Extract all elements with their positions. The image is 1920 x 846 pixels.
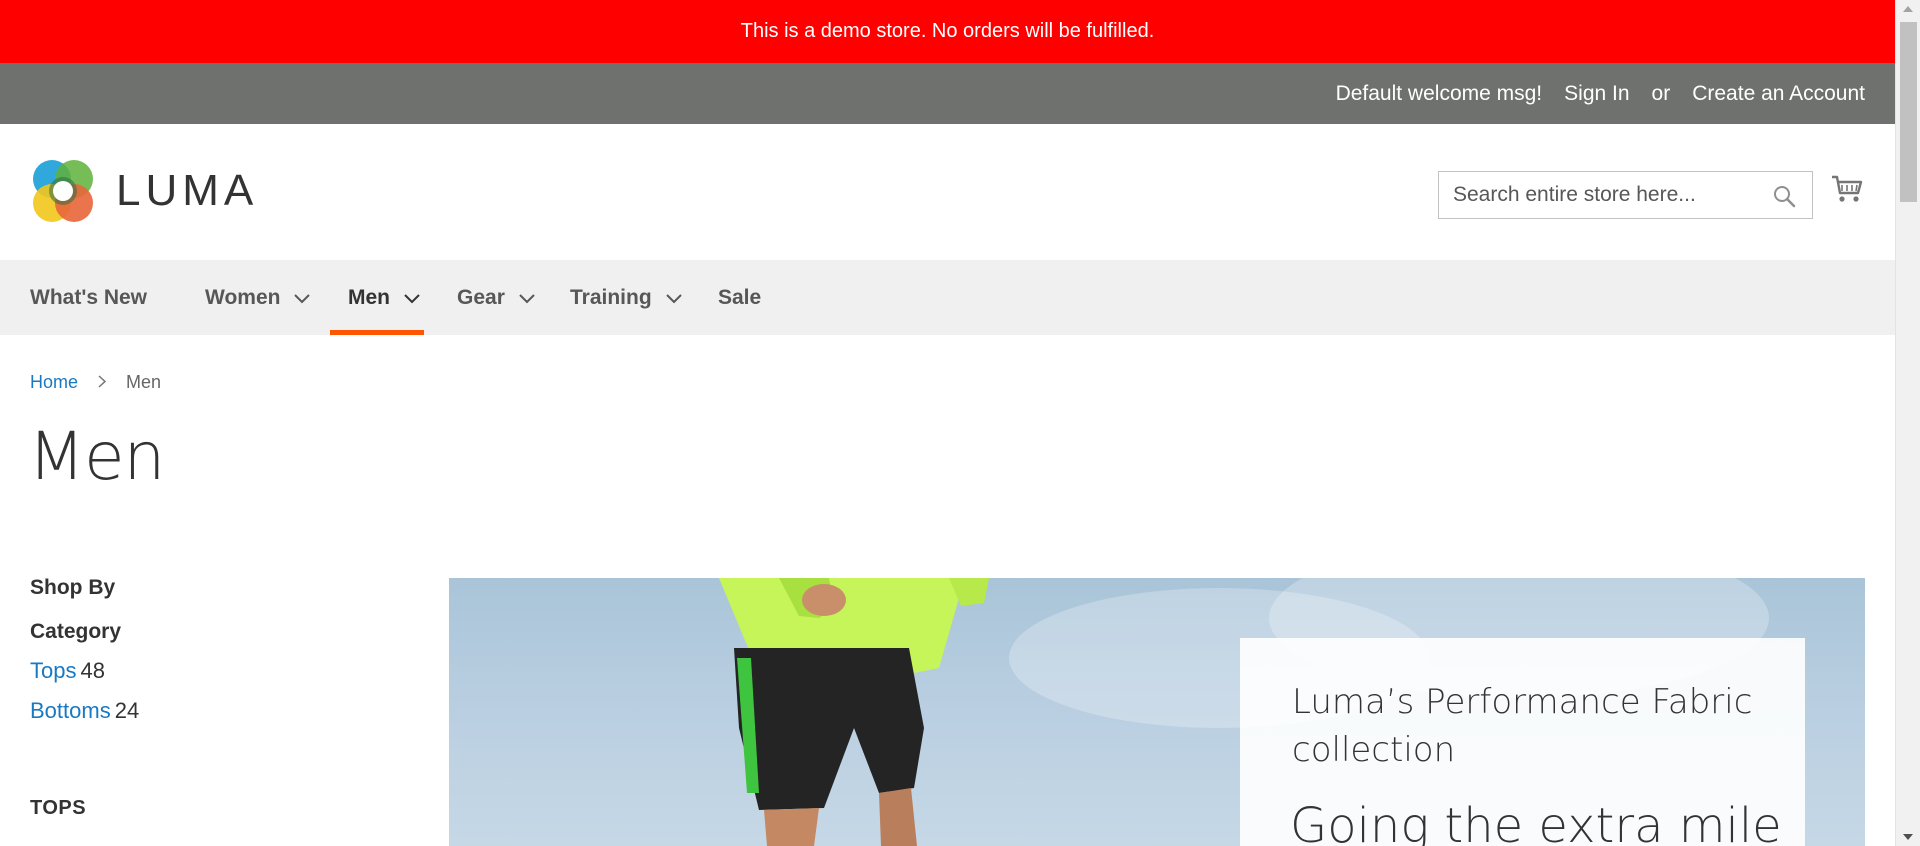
search-icon[interactable] xyxy=(1772,184,1796,213)
filter-count: 48 xyxy=(80,658,105,683)
hero-content-card: Luma’s Performance Fabric collection Goi… xyxy=(1240,638,1805,846)
sign-in-link[interactable]: Sign In xyxy=(1564,82,1629,106)
cart-icon[interactable] xyxy=(1830,172,1864,211)
nav-label: Gear xyxy=(457,285,505,309)
create-account-link[interactable]: Create an Account xyxy=(1692,82,1865,106)
shop-by-heading: Shop By xyxy=(30,576,116,599)
hero-banner[interactable]: Luma’s Performance Fabric collection Goi… xyxy=(449,578,1865,846)
page: This is a demo store. No orders will be … xyxy=(0,0,1895,846)
hero-headline: Going the extra mile xyxy=(1290,798,1782,846)
top-panel: Default welcome msg! Sign In or Create a… xyxy=(0,63,1895,124)
breadcrumb-current: Men xyxy=(126,372,162,392)
nav-label: Training xyxy=(570,285,652,309)
nav-label: Women xyxy=(205,285,281,309)
header: LUMA xyxy=(0,124,1895,260)
breadcrumb: Home Men xyxy=(30,372,161,393)
nav-women[interactable]: Women xyxy=(205,260,311,335)
tops-section-heading: TOPS xyxy=(30,797,87,819)
breadcrumb-home-link[interactable]: Home xyxy=(30,372,78,393)
luma-logo-icon xyxy=(33,160,93,222)
search-box xyxy=(1438,171,1813,219)
nav-label: Sale xyxy=(718,285,762,309)
vertical-scrollbar[interactable] xyxy=(1895,0,1920,846)
nav-gear[interactable]: Gear xyxy=(457,260,535,335)
main-navigation: What's New Women Men Gear Training Sale xyxy=(0,260,1895,335)
filter-item-tops: Tops 48 xyxy=(30,658,410,684)
filter-link-bottoms[interactable]: Bottoms xyxy=(30,698,111,723)
nav-label: Men xyxy=(348,285,390,309)
chevron-down-icon xyxy=(404,286,420,310)
scroll-up-arrow-icon[interactable] xyxy=(1903,6,1913,12)
filter-count: 24 xyxy=(114,698,140,723)
scrollbar-thumb[interactable] xyxy=(1900,22,1917,202)
demo-notice-bar: This is a demo store. No orders will be … xyxy=(0,0,1895,63)
nav-whats-new[interactable]: What's New xyxy=(30,260,147,335)
nav-label: What's New xyxy=(30,285,148,309)
filter-link-tops[interactable]: Tops xyxy=(30,658,76,683)
nav-sale[interactable]: Sale xyxy=(718,260,761,335)
page-title: Men xyxy=(28,418,165,495)
nav-training[interactable]: Training xyxy=(570,260,682,335)
nav-active-indicator xyxy=(330,330,424,335)
runner-image xyxy=(719,578,989,846)
scroll-down-arrow-icon[interactable] xyxy=(1903,834,1913,840)
filter-category-title: Category xyxy=(30,620,122,643)
chevron-down-icon xyxy=(294,286,311,310)
chevron-right-icon xyxy=(98,372,107,393)
or-separator: or xyxy=(1651,81,1671,105)
chevron-down-icon xyxy=(665,286,682,310)
welcome-message: Default welcome msg! xyxy=(1335,81,1543,105)
demo-notice-text: This is a demo store. No orders will be … xyxy=(740,20,1155,42)
hero-subtitle: Luma’s Performance Fabric collection xyxy=(1292,682,1753,770)
chevron-down-icon xyxy=(519,286,535,310)
logo[interactable]: LUMA xyxy=(30,157,258,225)
sidebar-filters: Shop By Category Tops 48 Bottoms 24 xyxy=(30,576,410,724)
filter-item-bottoms: Bottoms 24 xyxy=(30,698,410,724)
logo-text: LUMA xyxy=(116,166,259,215)
search-input[interactable] xyxy=(1439,183,1759,207)
nav-men[interactable]: Men xyxy=(348,260,420,335)
